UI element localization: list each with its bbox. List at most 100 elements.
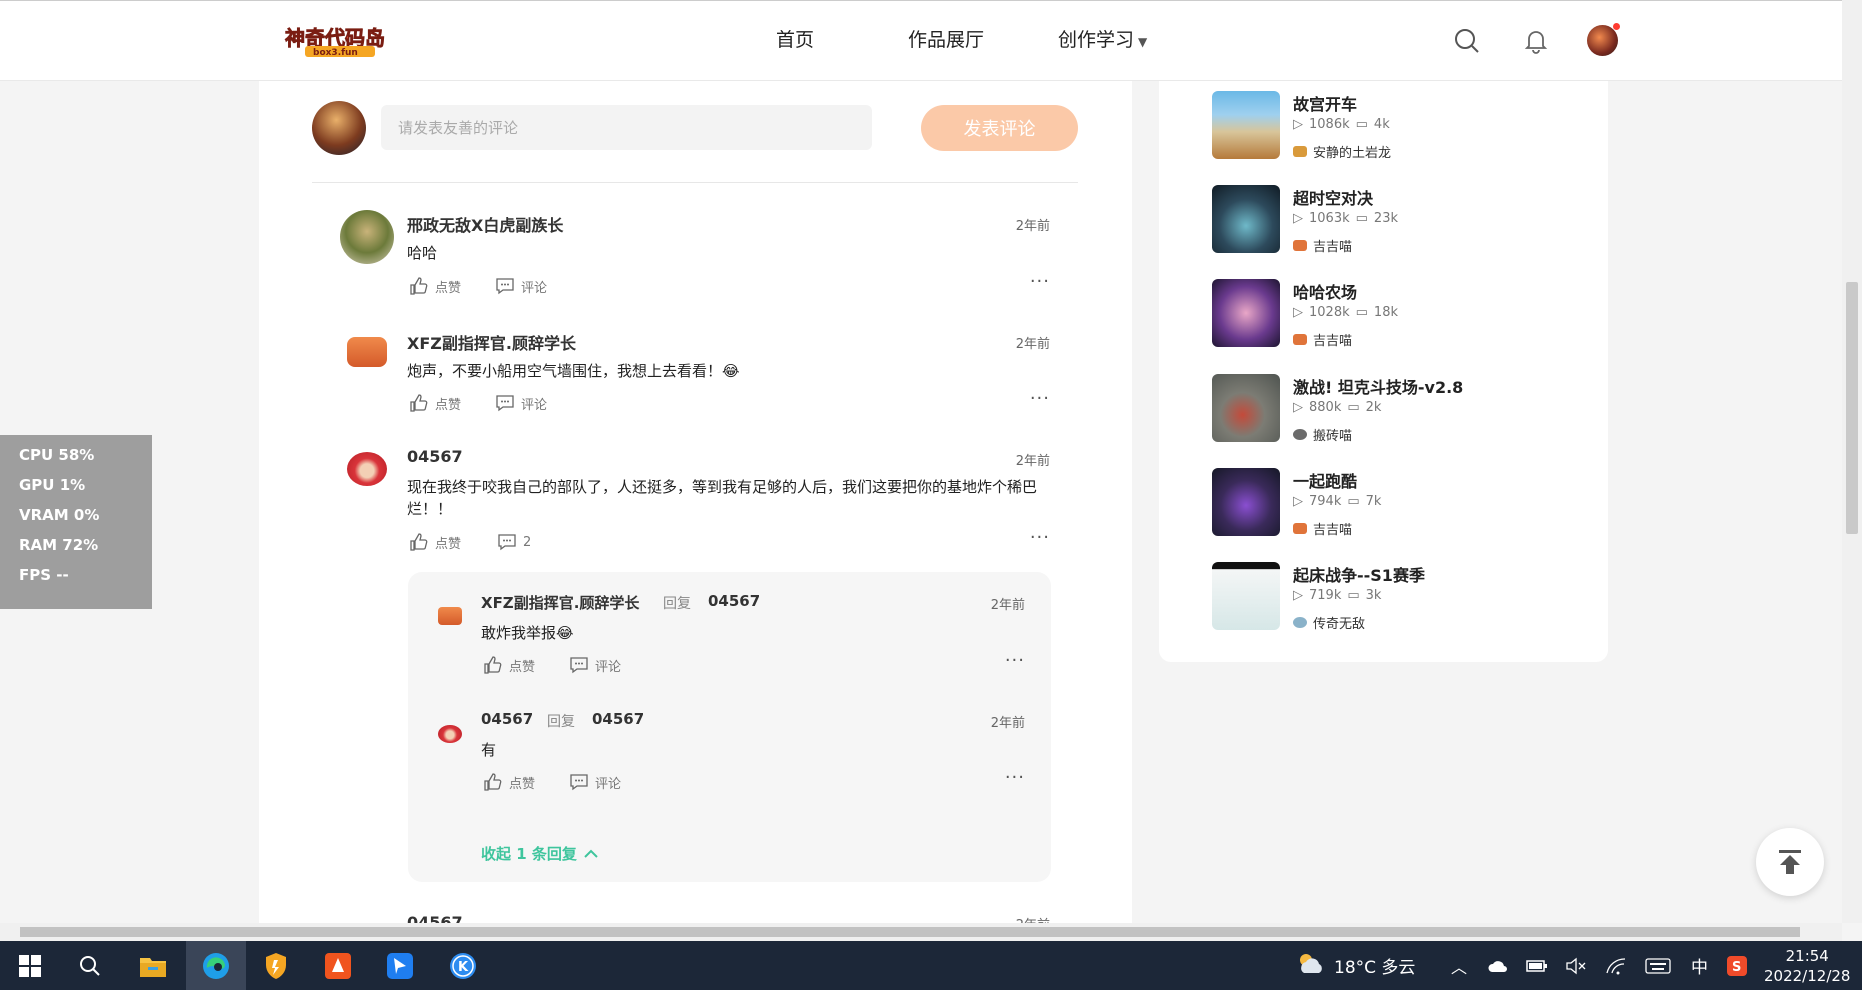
nav-learn[interactable]: 创作学习 ▼ — [1058, 25, 1147, 52]
keyboard-icon[interactable] — [1645, 941, 1671, 990]
reply-button[interactable]: 2 — [497, 532, 531, 552]
work-author[interactable]: 传奇无敌 — [1293, 613, 1365, 632]
scrollbar-thumb[interactable] — [20, 927, 1800, 937]
comment-icon: ▭ — [1355, 211, 1368, 226]
ime-indicator[interactable]: 中 — [1691, 941, 1708, 990]
work-stats: ▷ 794k ▭ 7k — [1293, 494, 1381, 509]
work-title[interactable]: 故宫开车 — [1293, 91, 1357, 115]
horizontal-scrollbar[interactable] — [0, 923, 1842, 941]
wifi-icon[interactable] — [1605, 941, 1627, 990]
work-title[interactable]: 超时空对决 — [1293, 185, 1373, 209]
comment-author[interactable]: 04567 — [407, 913, 463, 923]
reply-button[interactable]: 评论 — [569, 772, 621, 792]
work-title[interactable]: 一起跑酷 — [1293, 468, 1357, 492]
cloud-icon[interactable] — [1487, 941, 1509, 990]
work-item[interactable]: 超时空对决 ▷ 1063k ▭ 23k 吉吉喵 — [1212, 185, 1572, 257]
comment-input[interactable]: 请发表友善的评论 — [381, 105, 872, 150]
work-item[interactable]: 起床战争--S1赛季 ▷ 719k ▭ 3k 传奇无敌 — [1212, 562, 1572, 634]
more-icon[interactable]: ··· — [1030, 527, 1050, 548]
like-button[interactable]: 点赞 — [409, 393, 461, 413]
author-avatar — [1293, 334, 1307, 345]
work-author[interactable]: 吉吉喵 — [1293, 519, 1352, 538]
app-icon-k[interactable]: K — [446, 949, 480, 983]
collapse-label: 收起 1 条回复 — [481, 845, 577, 863]
work-title[interactable]: 哈哈农场 — [1293, 279, 1357, 303]
app-icon-orange[interactable] — [321, 949, 355, 983]
comment-count: 2 — [523, 534, 532, 550]
avatar[interactable] — [347, 452, 387, 486]
work-thumbnail[interactable] — [1212, 468, 1280, 536]
work-title[interactable]: 起床战争--S1赛季 — [1293, 562, 1425, 586]
work-item[interactable]: 一起跑酷 ▷ 794k ▭ 7k 吉吉喵 — [1212, 468, 1572, 540]
like-button[interactable]: 点赞 — [409, 276, 461, 296]
thumbs-up-icon — [484, 773, 502, 791]
comment-count: 2k — [1365, 400, 1382, 415]
sogou-ime-icon[interactable]: S — [1726, 941, 1748, 990]
nav-gallery[interactable]: 作品展厅 — [908, 25, 984, 52]
work-author[interactable]: 搬砖喵 — [1293, 425, 1352, 444]
search-icon[interactable] — [1453, 27, 1481, 55]
search-icon[interactable] — [73, 949, 107, 983]
author-name: 吉吉喵 — [1313, 334, 1353, 349]
reply-author[interactable]: XFZ副指挥官.顾辞学长 — [481, 592, 639, 613]
reply-button[interactable]: 评论 — [495, 276, 547, 296]
work-author[interactable]: 安静的土岩龙 — [1293, 142, 1391, 161]
reply-button[interactable]: 评论 — [495, 393, 547, 413]
work-title[interactable]: 激战! 坦克斗技场-v2.8 — [1293, 374, 1463, 398]
work-item[interactable]: 激战! 坦克斗技场-v2.8 ▷ 880k ▭ 2k 搬砖喵 — [1212, 374, 1572, 446]
clock[interactable]: 21:54 2022/12/28 — [1764, 941, 1850, 990]
work-author[interactable]: 吉吉喵 — [1293, 236, 1352, 255]
work-stats: ▷ 1063k ▭ 23k — [1293, 211, 1398, 226]
reply-button[interactable]: 评论 — [569, 655, 621, 675]
app-icon-blue[interactable] — [383, 949, 417, 983]
avatar[interactable] — [347, 337, 387, 367]
chevron-up-icon — [584, 849, 598, 858]
vertical-scrollbar[interactable] — [1842, 0, 1862, 923]
avatar[interactable] — [340, 210, 394, 264]
work-thumbnail[interactable] — [1212, 562, 1280, 630]
user-avatar[interactable] — [1587, 23, 1620, 56]
bell-icon[interactable] — [1522, 27, 1550, 55]
avatar[interactable] — [438, 725, 462, 743]
comment-author[interactable]: 04567 — [407, 447, 463, 466]
clock-time: 21:54 — [1785, 946, 1829, 965]
reply-target[interactable]: 04567 — [708, 592, 760, 610]
weather-text: 18°C 多云 — [1334, 958, 1416, 978]
avatar[interactable] — [438, 607, 462, 625]
reply-time: 2年前 — [990, 716, 1025, 731]
post-comment-button[interactable]: 发表评论 — [921, 105, 1078, 151]
file-explorer-icon[interactable] — [136, 949, 170, 983]
comment-author[interactable]: 邢政无敌X白虎副族长 — [407, 212, 563, 236]
more-icon[interactable]: ··· — [1005, 767, 1025, 788]
reply-target[interactable]: 04567 — [592, 710, 644, 728]
nav-home[interactable]: 首页 — [776, 25, 814, 52]
like-button[interactable]: 点赞 — [483, 655, 535, 675]
reply-author[interactable]: 04567 — [481, 710, 533, 728]
back-to-top-button[interactable] — [1756, 828, 1824, 896]
work-thumbnail[interactable] — [1212, 185, 1280, 253]
comments-panel: 请发表友善的评论 发表评论 邢政无敌X白虎副族长 2年前 哈哈 点赞 评论 ··… — [259, 81, 1132, 923]
author-avatar — [1293, 429, 1307, 440]
edge-browser-icon[interactable] — [199, 949, 233, 983]
more-icon[interactable]: ··· — [1030, 388, 1050, 409]
collapse-replies-button[interactable]: 收起 1 条回复 — [481, 843, 599, 864]
chevron-up-icon[interactable]: ︿ — [1451, 941, 1467, 990]
like-button[interactable]: 点赞 — [409, 532, 461, 552]
comment-author[interactable]: XFZ副指挥官.顾辞学长 — [407, 330, 576, 354]
battery-icon[interactable] — [1526, 941, 1548, 990]
more-icon[interactable]: ··· — [1030, 271, 1050, 292]
work-item[interactable]: 故宫开车 ▷ 1086k ▭ 4k 安静的土岩龙 — [1212, 91, 1572, 163]
work-item[interactable]: 哈哈农场 ▷ 1028k ▭ 18k 吉吉喵 — [1212, 279, 1572, 351]
work-thumbnail[interactable] — [1212, 279, 1280, 347]
work-thumbnail[interactable] — [1212, 374, 1280, 442]
weather-widget[interactable]: 18°C 多云 — [1296, 941, 1415, 990]
volume-muted-icon[interactable] — [1565, 941, 1587, 990]
work-author[interactable]: 吉吉喵 — [1293, 330, 1352, 349]
security-shield-icon[interactable] — [259, 949, 293, 983]
site-logo[interactable]: 神奇代码岛 box3.fun — [283, 23, 393, 59]
windows-start-icon[interactable] — [13, 949, 47, 983]
scrollbar-thumb[interactable] — [1846, 282, 1858, 534]
more-icon[interactable]: ··· — [1005, 650, 1025, 671]
work-thumbnail[interactable] — [1212, 91, 1280, 159]
like-button[interactable]: 点赞 — [483, 772, 535, 792]
